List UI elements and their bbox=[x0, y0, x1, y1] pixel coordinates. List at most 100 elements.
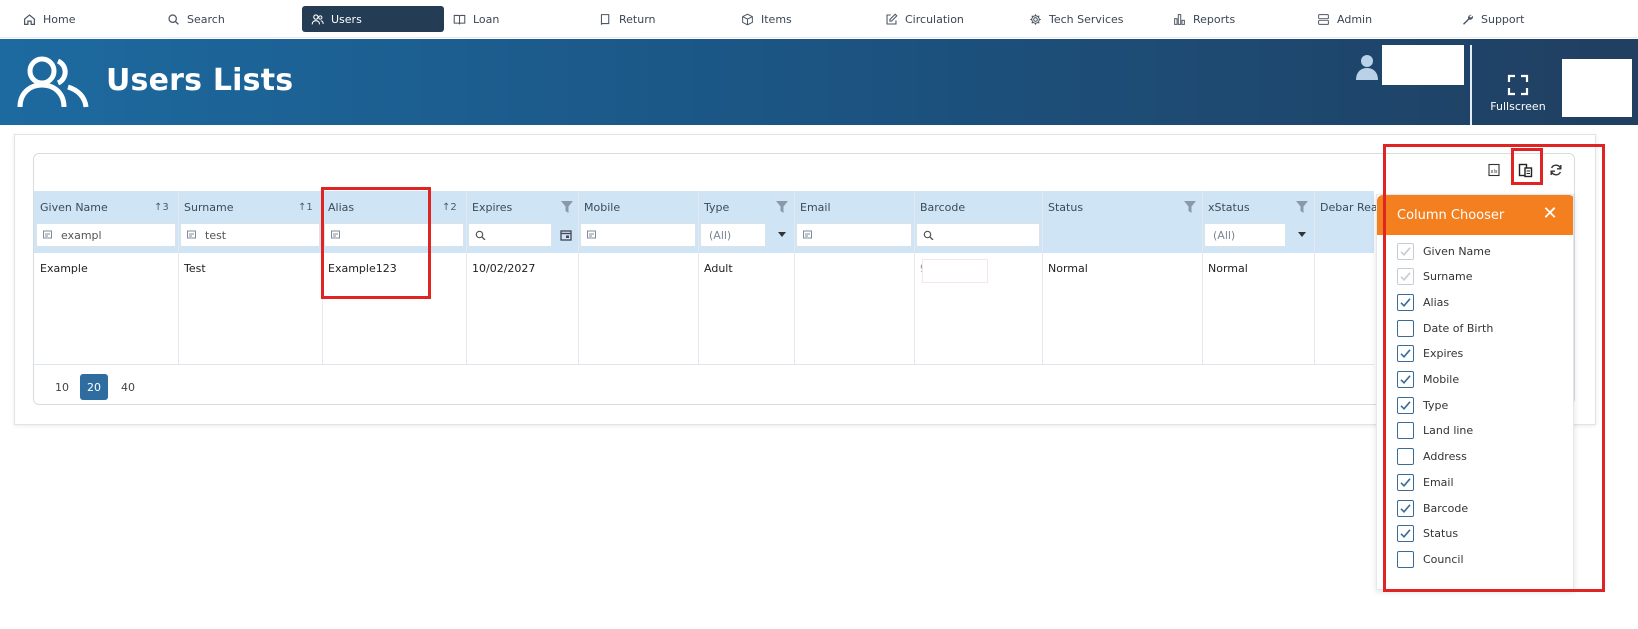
column-chooser-item[interactable]: Email bbox=[1397, 472, 1454, 492]
column-header-type[interactable]: Type bbox=[698, 193, 729, 221]
filter-given-name[interactable]: exampl bbox=[36, 223, 176, 247]
filter-surname[interactable]: test bbox=[180, 223, 320, 247]
checkbox-unchecked[interactable] bbox=[1397, 448, 1414, 466]
refresh-button[interactable] bbox=[1545, 159, 1567, 181]
checkbox-checked[interactable] bbox=[1397, 396, 1414, 414]
checkbox-checked[interactable] bbox=[1397, 268, 1414, 286]
column-chooser-item[interactable]: Barcode bbox=[1397, 498, 1468, 518]
page-size-20[interactable]: 20 bbox=[80, 374, 108, 400]
column-chooser-item-label: Surname bbox=[1423, 270, 1473, 284]
nav-circulation[interactable]: Circulation bbox=[876, 6, 973, 32]
fullscreen-label: Fullscreen bbox=[1490, 100, 1546, 113]
column-chooser-item[interactable]: Surname bbox=[1397, 267, 1472, 287]
user-profile-icon[interactable] bbox=[1356, 54, 1378, 80]
search-icon bbox=[475, 230, 486, 240]
chevron-down-icon[interactable] bbox=[1298, 232, 1306, 238]
nav-home[interactable]: Home bbox=[14, 6, 84, 32]
export-button[interactable]: xls bbox=[1483, 159, 1505, 181]
nav-users[interactable]: Users bbox=[302, 6, 444, 32]
fullscreen-button[interactable]: Fullscreen bbox=[1488, 73, 1548, 117]
nav-tech-services[interactable]: Tech Services bbox=[1020, 6, 1133, 32]
nav-reports[interactable]: Reports bbox=[1164, 6, 1244, 32]
column-chooser-item[interactable]: Status bbox=[1397, 524, 1458, 544]
filter-alias[interactable] bbox=[324, 223, 464, 247]
cell-expires[interactable]: 10/02/2027 bbox=[466, 262, 535, 275]
nav-search[interactable]: Search bbox=[158, 6, 234, 32]
column-header-xstatus[interactable]: xStatus bbox=[1202, 193, 1250, 221]
column-label: Surname bbox=[184, 200, 234, 214]
chevron-down-icon[interactable] bbox=[778, 232, 786, 238]
column-chooser-item[interactable]: Given Name bbox=[1397, 241, 1491, 261]
column-header-surname[interactable]: Surname bbox=[178, 193, 233, 221]
column-header-status[interactable]: Status bbox=[1042, 193, 1083, 221]
filter-icon[interactable] bbox=[561, 201, 573, 213]
filter-icon[interactable] bbox=[776, 201, 788, 213]
cell-alias[interactable]: Example123 bbox=[322, 262, 397, 275]
column-label: Mobile bbox=[584, 200, 621, 214]
checkbox-checked[interactable] bbox=[1397, 293, 1414, 311]
wrench-icon bbox=[1463, 14, 1473, 25]
column-chooser-item[interactable]: Land line bbox=[1397, 421, 1473, 441]
page-size-40[interactable]: 40 bbox=[114, 374, 142, 400]
column-header-email[interactable]: Email bbox=[794, 193, 831, 221]
nav-loan[interactable]: Loan bbox=[444, 6, 508, 32]
column-chooser-item[interactable]: Council bbox=[1397, 549, 1464, 569]
user-name-box[interactable] bbox=[1382, 45, 1464, 85]
bar-chart-icon bbox=[1174, 13, 1185, 25]
gear-icon bbox=[1030, 13, 1041, 25]
calendar-icon[interactable] bbox=[560, 229, 572, 241]
column-header-alias[interactable]: Alias bbox=[322, 193, 354, 221]
filter-email[interactable] bbox=[796, 223, 912, 247]
cell-given-name[interactable]: Example bbox=[34, 262, 88, 275]
check-icon bbox=[1400, 478, 1411, 487]
column-chooser-item[interactable]: Expires bbox=[1397, 344, 1463, 364]
column-chooser-item[interactable]: Alias bbox=[1397, 292, 1449, 312]
nav-admin[interactable]: Admin bbox=[1308, 6, 1381, 32]
column-chooser-item[interactable]: Type bbox=[1397, 395, 1448, 415]
text-filter-icon bbox=[187, 230, 196, 239]
column-chooser-button[interactable] bbox=[1514, 159, 1536, 181]
column-chooser-item[interactable]: Date of Birth bbox=[1397, 318, 1493, 338]
nav-items[interactable]: Items bbox=[732, 6, 801, 32]
page-size-10[interactable]: 10 bbox=[48, 374, 76, 400]
column-header-barcode[interactable]: Barcode bbox=[914, 193, 965, 221]
cell-type[interactable]: Adult bbox=[698, 262, 733, 275]
column-chooser-item[interactable]: Address bbox=[1397, 447, 1467, 467]
column-header-mobile[interactable]: Mobile bbox=[578, 193, 620, 221]
cell-xstatus[interactable]: Normal bbox=[1202, 262, 1248, 275]
checkbox-unchecked[interactable] bbox=[1397, 319, 1414, 337]
checkbox-checked[interactable] bbox=[1397, 242, 1414, 260]
column-label: Debar Reas bbox=[1320, 200, 1384, 214]
filter-xstatus-select[interactable]: (All) bbox=[1204, 223, 1286, 247]
checkbox-checked[interactable] bbox=[1397, 499, 1414, 517]
filter-barcode[interactable] bbox=[916, 223, 1040, 247]
sort-indicator: ↑1 bbox=[298, 202, 313, 213]
filter-expires[interactable] bbox=[468, 223, 552, 247]
cell-surname[interactable]: Test bbox=[178, 262, 206, 275]
nav-label: Loan bbox=[473, 12, 500, 26]
checkbox-checked[interactable] bbox=[1397, 345, 1414, 363]
column-label: Barcode bbox=[920, 200, 966, 214]
filter-type-select[interactable]: (All) bbox=[700, 223, 766, 247]
column-chooser-item[interactable]: Mobile bbox=[1397, 370, 1459, 390]
checkbox-checked[interactable] bbox=[1397, 525, 1414, 543]
nav-support[interactable]: Support bbox=[1452, 6, 1533, 32]
column-header-given-name[interactable]: Given Name bbox=[34, 193, 108, 221]
column-header-debar-reason[interactable]: Debar Reas bbox=[1314, 193, 1383, 221]
nav-label: Admin bbox=[1337, 12, 1373, 26]
checkbox-checked[interactable] bbox=[1397, 473, 1414, 491]
checkbox-checked[interactable] bbox=[1397, 371, 1414, 388]
checkbox-unchecked[interactable] bbox=[1397, 422, 1414, 440]
check-icon bbox=[1400, 400, 1411, 410]
close-icon[interactable]: ✕ bbox=[1541, 205, 1559, 223]
filter-icon[interactable] bbox=[1184, 201, 1196, 213]
checkbox-unchecked[interactable] bbox=[1397, 550, 1414, 568]
column-chooser-item-label: Council bbox=[1423, 552, 1464, 566]
filter-mobile[interactable] bbox=[580, 223, 696, 247]
column-header-expires[interactable]: Expires bbox=[466, 193, 512, 221]
nav-return[interactable]: Return bbox=[590, 6, 665, 32]
cell-status[interactable]: Normal bbox=[1042, 262, 1088, 275]
filter-icon[interactable] bbox=[1296, 201, 1308, 213]
nav-label: Return bbox=[619, 12, 656, 26]
text-filter-icon bbox=[587, 230, 596, 239]
